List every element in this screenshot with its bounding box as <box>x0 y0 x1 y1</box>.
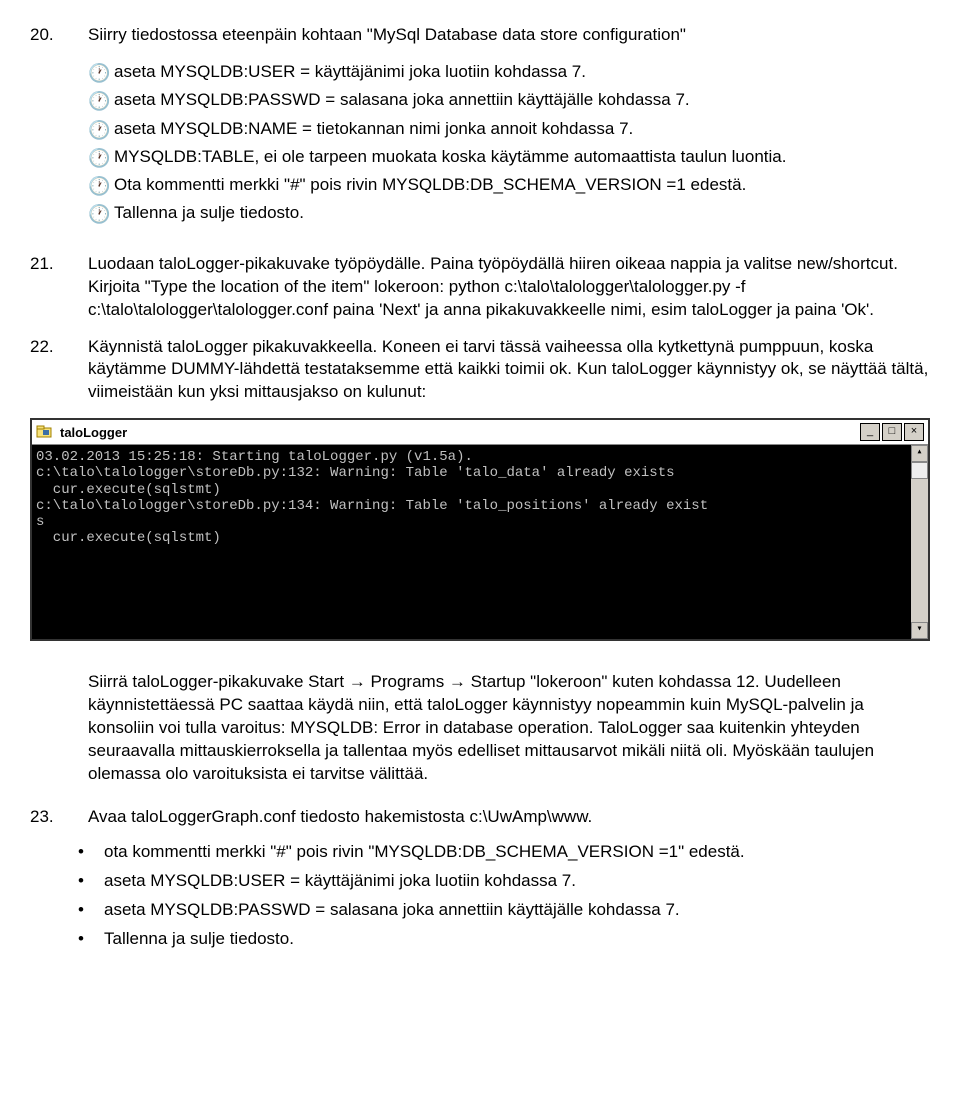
list-text: Tallenna ja sulje tiedosto. <box>104 928 930 951</box>
item-number: 21. <box>30 253 88 322</box>
list-item-22: 22. Käynnistä taloLogger pikakuvakkeella… <box>30 336 930 405</box>
clock-icon: 🕐 <box>88 61 114 85</box>
item-text: Luodaan taloLogger-pikakuvake työpöydäll… <box>88 253 930 322</box>
app-icon <box>36 424 52 440</box>
scroll-down-button[interactable]: ▾ <box>911 622 928 639</box>
list-row: 🕐 aseta MYSQLDB:USER = käyttäjänimi joka… <box>88 61 930 85</box>
list-text: ota kommentti merkki "#" pois rivin "MYS… <box>104 841 930 864</box>
sub-list-20: 🕐 aseta MYSQLDB:USER = käyttäjänimi joka… <box>88 61 930 227</box>
scroll-up-button[interactable]: ▴ <box>911 445 928 462</box>
terminal-window: taloLogger _ □ × 03.02.2013 15:25:18: St… <box>30 418 930 641</box>
dot-icon: • <box>78 870 104 893</box>
item-text: Avaa taloLoggerGraph.conf tiedosto hakem… <box>88 806 930 829</box>
list-row: • ota kommentti merkki "#" pois rivin "M… <box>78 841 930 864</box>
dot-icon: • <box>78 899 104 922</box>
maximize-button[interactable]: □ <box>882 423 902 441</box>
window-buttons: _ □ × <box>860 423 924 441</box>
item-text: Siirry tiedostossa eteenpäin kohtaan "My… <box>88 24 930 47</box>
paragraph-after-22: Siirrä taloLogger-pikakuvake Start → Pro… <box>88 671 930 786</box>
list-text: aseta MYSQLDB:NAME = tietokannan nimi jo… <box>114 118 930 142</box>
item-number: 22. <box>30 336 88 405</box>
item-number: 23. <box>30 806 88 829</box>
window-title: taloLogger <box>58 424 860 442</box>
item-text: Käynnistä taloLogger pikakuvakkeella. Ko… <box>88 336 930 405</box>
list-row: 🕐 Tallenna ja sulje tiedosto. <box>88 202 930 226</box>
list-text: aseta MYSQLDB:PASSWD = salasana joka ann… <box>114 89 930 113</box>
console-text: 03.02.2013 15:25:18: Starting taloLogger… <box>36 449 708 545</box>
list-text: MYSQLDB:TABLE, ei ole tarpeen muokata ko… <box>114 146 930 170</box>
clock-icon: 🕐 <box>88 89 114 113</box>
list-item-20: 20. Siirry tiedostossa eteenpäin kohtaan… <box>30 24 930 47</box>
list-row: 🕐 aseta MYSQLDB:NAME = tietokannan nimi … <box>88 118 930 142</box>
scrollbar[interactable]: ▴▾ <box>911 445 928 639</box>
list-row: 🕐 Ota kommentti merkki "#" pois rivin MY… <box>88 174 930 198</box>
item-number: 20. <box>30 24 88 47</box>
list-text: aseta MYSQLDB:USER = käyttäjänimi joka l… <box>104 870 930 893</box>
list-text: Ota kommentti merkki "#" pois rivin MYSQ… <box>114 174 930 198</box>
list-row: • Tallenna ja sulje tiedosto. <box>78 928 930 951</box>
list-item-21: 21. Luodaan taloLogger-pikakuvake työpöy… <box>30 253 930 322</box>
clock-icon: 🕐 <box>88 174 114 198</box>
list-text: Tallenna ja sulje tiedosto. <box>114 202 930 226</box>
console-output: 03.02.2013 15:25:18: Starting taloLogger… <box>32 445 928 639</box>
list-row: 🕐 aseta MYSQLDB:PASSWD = salasana joka a… <box>88 89 930 113</box>
list-row: 🕐 MYSQLDB:TABLE, ei ole tarpeen muokata … <box>88 146 930 170</box>
dot-icon: • <box>78 928 104 951</box>
scroll-thumb[interactable] <box>911 462 928 479</box>
close-button[interactable]: × <box>904 423 924 441</box>
clock-icon: 🕐 <box>88 118 114 142</box>
list-item-23: 23. Avaa taloLoggerGraph.conf tiedosto h… <box>30 806 930 829</box>
minimize-button[interactable]: _ <box>860 423 880 441</box>
clock-icon: 🕐 <box>88 146 114 170</box>
clock-icon: 🕐 <box>88 202 114 226</box>
list-text: aseta MYSQLDB:PASSWD = salasana joka ann… <box>104 899 930 922</box>
window-titlebar: taloLogger _ □ × <box>32 420 928 445</box>
list-text: aseta MYSQLDB:USER = käyttäjänimi joka l… <box>114 61 930 85</box>
sub-list-23: • ota kommentti merkki "#" pois rivin "M… <box>78 841 930 951</box>
dot-icon: • <box>78 841 104 864</box>
list-row: • aseta MYSQLDB:USER = käyttäjänimi joka… <box>78 870 930 893</box>
list-row: • aseta MYSQLDB:PASSWD = salasana joka a… <box>78 899 930 922</box>
